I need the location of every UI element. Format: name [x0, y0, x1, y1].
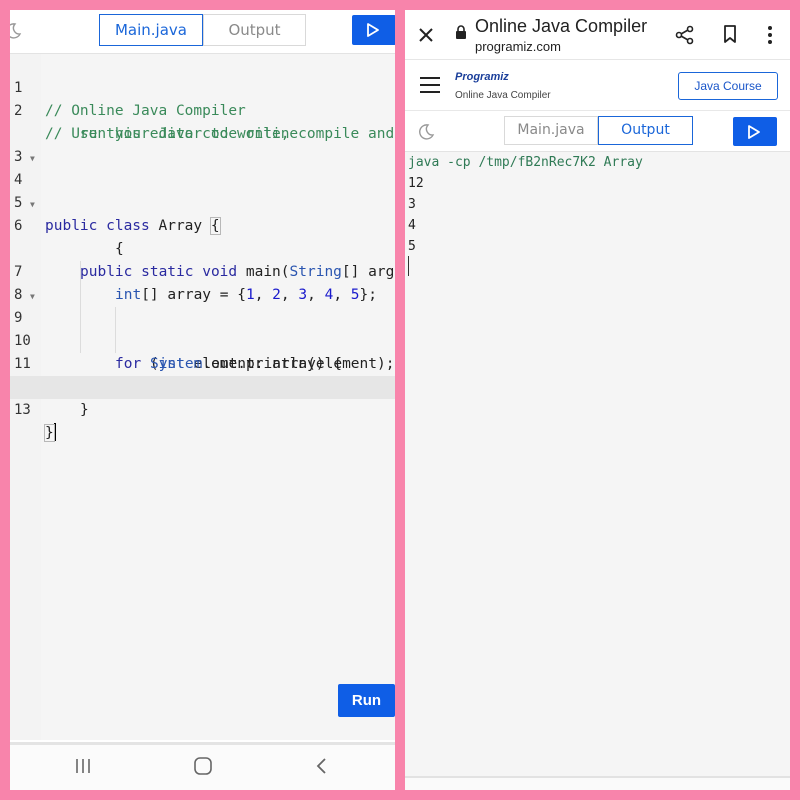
- more-options-icon[interactable]: [767, 25, 773, 45]
- code-text: }: [80, 402, 89, 418]
- close-icon[interactable]: [418, 27, 434, 43]
- code-line-wrap: run your Java code online: [10, 100, 395, 142]
- code-line: 3: [10, 123, 395, 165]
- code-line: 4 ▼ public class Array {: [10, 146, 395, 235]
- editor-toolbar: Main.java Output: [405, 112, 790, 152]
- java-course-button[interactable]: Java Course: [678, 72, 778, 100]
- page-title: Online Java Compiler: [475, 16, 648, 36]
- tab-output[interactable]: Output: [598, 116, 693, 145]
- hamburger-menu-icon[interactable]: [419, 76, 441, 94]
- line-number: 13: [14, 402, 31, 418]
- output-console[interactable]: java -cp /tmp/fB2nRec7K2 Array 12 3 4 5: [405, 152, 790, 776]
- site-header: Programiz Online Java Compiler Java Cour…: [405, 61, 790, 111]
- recent-apps-icon[interactable]: [74, 757, 92, 775]
- editor-toolbar: Main.java Output: [10, 10, 395, 54]
- play-icon: [748, 125, 760, 139]
- code-line: 5: [10, 169, 395, 211]
- code-line-wrap: {: [10, 215, 395, 257]
- android-nav-bar: [10, 742, 395, 790]
- text-cursor: [408, 256, 409, 276]
- fold-arrow-icon[interactable]: ▼: [30, 147, 35, 170]
- dark-mode-icon[interactable]: [10, 22, 22, 40]
- browser-header: Online Java Compiler programiz.com: [405, 10, 790, 60]
- code-editor[interactable]: 1 // Online Java Compiler 2 // Use this …: [10, 54, 395, 740]
- run-icon-button[interactable]: [733, 117, 777, 146]
- dark-mode-icon[interactable]: [417, 123, 435, 141]
- output-line: 12: [408, 176, 424, 191]
- bottom-bar: [405, 776, 790, 790]
- matched-brace: }: [44, 424, 55, 442]
- play-icon: [367, 23, 379, 37]
- code-line: 9 ▼ for (int element: array) {: [10, 284, 395, 372]
- code-line: 12 }: [10, 353, 395, 418]
- bookmark-icon[interactable]: [723, 25, 737, 44]
- text-cursor: [53, 423, 56, 441]
- page-domain: programiz.com: [475, 39, 561, 54]
- code-line: 1 // Online Java Compiler: [10, 54, 395, 119]
- code-text: }: [44, 422, 56, 445]
- browser-screen: Online Java Compiler programiz.com Progr…: [405, 10, 790, 790]
- logo-subtitle: Online Java Compiler: [455, 90, 551, 101]
- code-line: 11 }: [10, 330, 395, 395]
- home-icon[interactable]: [193, 757, 213, 775]
- code-line: 2 // Use this editor to write, compile a…: [10, 77, 395, 142]
- output-line: 5: [408, 239, 416, 254]
- share-icon[interactable]: [675, 25, 695, 45]
- code-line: 10 System.out.println(element);: [10, 307, 395, 372]
- tab-main-java[interactable]: Main.java: [504, 116, 598, 145]
- output-command: java -cp /tmp/fB2nRec7K2 Array: [408, 155, 643, 170]
- code-line-current: 13 }: [10, 376, 395, 442]
- lock-icon: [456, 25, 466, 39]
- tab-output[interactable]: Output: [203, 14, 306, 46]
- output-line: 4: [408, 218, 416, 233]
- editor-screen: Main.java Output 1 // Online Java Compil…: [10, 10, 395, 790]
- run-icon-button[interactable]: [352, 15, 395, 45]
- fold-arrow-icon[interactable]: ▼: [30, 193, 35, 216]
- code-line: 8: [10, 261, 395, 303]
- code-line: 7 int[] array = {1, 2, 3, 4, 5};: [10, 238, 395, 303]
- output-line: 3: [408, 197, 416, 212]
- programiz-logo[interactable]: Programiz: [455, 71, 509, 83]
- code-line: 6 ▼ public static void main(String[] arg…: [10, 192, 395, 280]
- fold-arrow-icon[interactable]: ▼: [30, 285, 35, 308]
- tab-main-java[interactable]: Main.java: [99, 14, 203, 46]
- run-button[interactable]: Run: [338, 684, 395, 717]
- back-icon[interactable]: [315, 757, 329, 775]
